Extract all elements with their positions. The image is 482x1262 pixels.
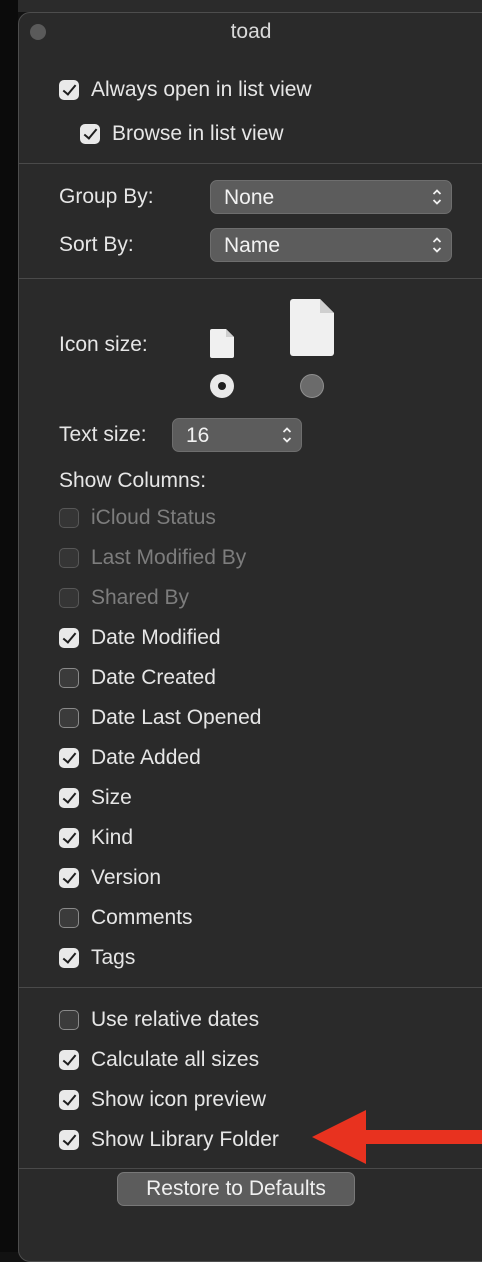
option-label: Calculate all sizes	[91, 1048, 260, 1071]
chevron-updown-icon	[432, 187, 442, 207]
column-option-row[interactable]: Size	[59, 785, 132, 811]
icon-size-large-radio[interactable]	[300, 374, 324, 398]
version-checkbox[interactable]	[59, 868, 79, 888]
option-label: Show icon preview	[91, 1088, 267, 1111]
option-row[interactable]: Show icon preview	[59, 1087, 266, 1113]
browse-list-row[interactable]: Browse in list view	[80, 121, 284, 147]
group-by-value: None	[224, 186, 275, 209]
column-option-row[interactable]: Date Created	[59, 665, 216, 691]
column-option-label: Size	[91, 786, 132, 809]
always-open-list-row[interactable]: Always open in list view	[59, 77, 312, 103]
date-last-opened-checkbox[interactable]	[59, 708, 79, 728]
group-by-label: Group By:	[59, 185, 154, 208]
comments-checkbox[interactable]	[59, 908, 79, 928]
size-checkbox[interactable]	[59, 788, 79, 808]
show-columns-heading: Show Columns:	[59, 469, 207, 492]
option-label: Use relative dates	[91, 1008, 260, 1031]
last-modified-by-checkbox[interactable]	[59, 548, 79, 568]
option-label: Show Library Folder	[91, 1128, 279, 1151]
tags-checkbox[interactable]	[59, 948, 79, 968]
sort-by-value: Name	[224, 234, 281, 257]
column-option-row[interactable]: Kind	[59, 825, 133, 851]
section-divider	[19, 163, 482, 164]
view-options-panel: toad Always open in list view Browse in …	[18, 12, 482, 1262]
column-option-label: Date Modified	[91, 626, 221, 649]
background-edge	[0, 0, 18, 1252]
column-option-label: Date Added	[91, 746, 201, 769]
column-option-row[interactable]: Tags	[59, 945, 135, 971]
calculate-all-sizes-checkbox[interactable]	[59, 1050, 79, 1070]
always-open-list-checkbox[interactable]	[59, 80, 79, 100]
text-size-label: Text size:	[59, 423, 147, 446]
shared-by-checkbox[interactable]	[59, 588, 79, 608]
column-option-row[interactable]: Shared By	[59, 585, 189, 611]
column-option-label: Tags	[91, 946, 136, 969]
column-option-row[interactable]: Last Modified By	[59, 545, 246, 571]
column-option-label: iCloud Status	[91, 506, 216, 529]
column-option-label: Last Modified By	[91, 546, 247, 569]
large-document-icon	[290, 299, 334, 356]
column-option-label: Date Created	[91, 666, 216, 689]
column-option-label: Date Last Opened	[91, 706, 262, 729]
column-option-row[interactable]: Date Modified	[59, 625, 221, 651]
text-size-popup[interactable]: 16	[172, 418, 302, 452]
browse-list-label: Browse in list view	[112, 122, 284, 145]
title-bar[interactable]: toad	[19, 13, 482, 49]
chevron-updown-icon	[282, 425, 292, 445]
sort-by-popup[interactable]: Name	[210, 228, 452, 262]
column-option-row[interactable]: Comments	[59, 905, 193, 931]
group-by-popup[interactable]: None	[210, 180, 452, 214]
column-option-label: Version	[91, 866, 162, 889]
column-option-row[interactable]: iCloud Status	[59, 505, 216, 531]
show-library-folder-checkbox[interactable]	[59, 1130, 79, 1150]
annotation-arrow-icon	[312, 1110, 482, 1164]
text-size-value: 16	[186, 424, 210, 447]
column-option-label: Shared By	[91, 586, 190, 609]
icloud-status-checkbox[interactable]	[59, 508, 79, 528]
chevron-updown-icon	[432, 235, 442, 255]
date-created-checkbox[interactable]	[59, 668, 79, 688]
use-relative-dates-checkbox[interactable]	[59, 1010, 79, 1030]
kind-checkbox[interactable]	[59, 828, 79, 848]
show-icon-preview-checkbox[interactable]	[59, 1090, 79, 1110]
column-option-label: Kind	[91, 826, 134, 849]
section-divider	[19, 1168, 482, 1169]
column-option-row[interactable]: Date Added	[59, 745, 201, 771]
option-row[interactable]: Calculate all sizes	[59, 1047, 259, 1073]
browse-list-checkbox[interactable]	[80, 124, 100, 144]
section-divider	[19, 987, 482, 988]
column-option-row[interactable]: Date Last Opened	[59, 705, 261, 731]
restore-defaults-button[interactable]: Restore to Defaults	[117, 1172, 355, 1206]
column-option-row[interactable]: Version	[59, 865, 161, 891]
date-modified-checkbox[interactable]	[59, 628, 79, 648]
always-open-list-label: Always open in list view	[91, 78, 312, 101]
small-document-icon	[210, 329, 234, 358]
sort-by-label: Sort By:	[59, 233, 134, 256]
icon-size-small-radio[interactable]	[210, 374, 234, 398]
section-divider	[19, 278, 482, 279]
option-row[interactable]: Use relative dates	[59, 1007, 259, 1033]
window-title: toad	[230, 20, 272, 43]
background-strip	[0, 0, 482, 12]
option-row[interactable]: Show Library Folder	[59, 1127, 279, 1153]
date-added-checkbox[interactable]	[59, 748, 79, 768]
icon-size-label: Icon size:	[59, 333, 148, 356]
column-option-label: Comments	[91, 906, 193, 929]
